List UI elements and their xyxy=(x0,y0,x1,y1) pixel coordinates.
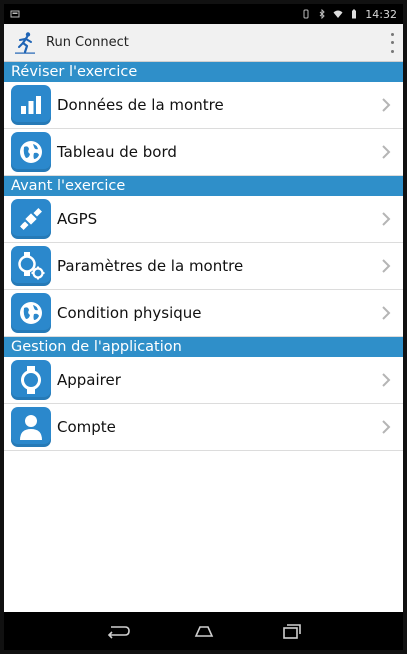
menu-item-watch-settings[interactable]: Paramètres de la montre xyxy=(4,243,403,290)
section-header-before: Avant l'exercice xyxy=(4,176,403,196)
overflow-menu-icon[interactable] xyxy=(389,32,395,53)
status-time: 14:32 xyxy=(365,7,397,21)
home-icon[interactable] xyxy=(189,621,219,641)
globe-icon xyxy=(11,132,51,172)
status-bar: 14:32 xyxy=(4,4,403,24)
navigation-bar xyxy=(4,612,403,650)
menu-item-label: Appairer xyxy=(57,371,121,389)
menu-item-label: AGPS xyxy=(57,210,98,228)
app-logo[interactable] xyxy=(12,30,38,56)
menu-item-label: Données de la montre xyxy=(57,96,224,114)
notification-icon xyxy=(10,10,20,18)
wifi-icon xyxy=(333,10,343,18)
menu-item-label: Tableau de bord xyxy=(57,143,177,161)
chevron-right-icon xyxy=(381,372,391,388)
bluetooth-icon xyxy=(319,9,326,19)
section-header-app-management: Gestion de l'application xyxy=(4,337,403,357)
person-icon xyxy=(11,407,51,447)
menu-item-physical-condition[interactable]: Condition physique xyxy=(4,290,403,337)
chevron-right-icon xyxy=(381,258,391,274)
recent-apps-icon[interactable] xyxy=(275,621,305,641)
menu-item-label: Paramètres de la montre xyxy=(57,257,244,275)
chevron-right-icon xyxy=(381,419,391,435)
menu-item-label: Compte xyxy=(57,418,116,436)
back-icon[interactable] xyxy=(103,621,133,641)
status-left xyxy=(10,9,20,19)
satellite-icon xyxy=(11,199,51,239)
watch-settings-icon xyxy=(11,246,51,286)
menu-item-account[interactable]: Compte xyxy=(4,404,403,451)
watch-icon xyxy=(11,360,51,400)
menu-item-agps[interactable]: AGPS xyxy=(4,196,403,243)
device-frame: 14:32 Run Connect Réviser l'exercice Don… xyxy=(0,0,407,654)
chevron-right-icon xyxy=(381,97,391,113)
action-bar: Run Connect xyxy=(4,24,403,62)
vibrate-icon xyxy=(303,9,309,19)
chevron-right-icon xyxy=(381,144,391,160)
bar-chart-icon xyxy=(11,85,51,125)
section-header-review: Réviser l'exercice xyxy=(4,62,403,82)
globe-icon xyxy=(11,293,51,333)
app-title: Run Connect xyxy=(46,35,129,50)
battery-icon xyxy=(352,9,357,19)
status-right: 14:32 xyxy=(301,8,397,21)
menu-item-label: Condition physique xyxy=(57,304,202,322)
menu-item-pair[interactable]: Appairer xyxy=(4,357,403,404)
runner-icon xyxy=(15,31,35,54)
chevron-right-icon xyxy=(381,305,391,321)
chevron-right-icon xyxy=(381,211,391,227)
menu-item-watch-data[interactable]: Données de la montre xyxy=(4,82,403,129)
menu-item-dashboard[interactable]: Tableau de bord xyxy=(4,129,403,176)
